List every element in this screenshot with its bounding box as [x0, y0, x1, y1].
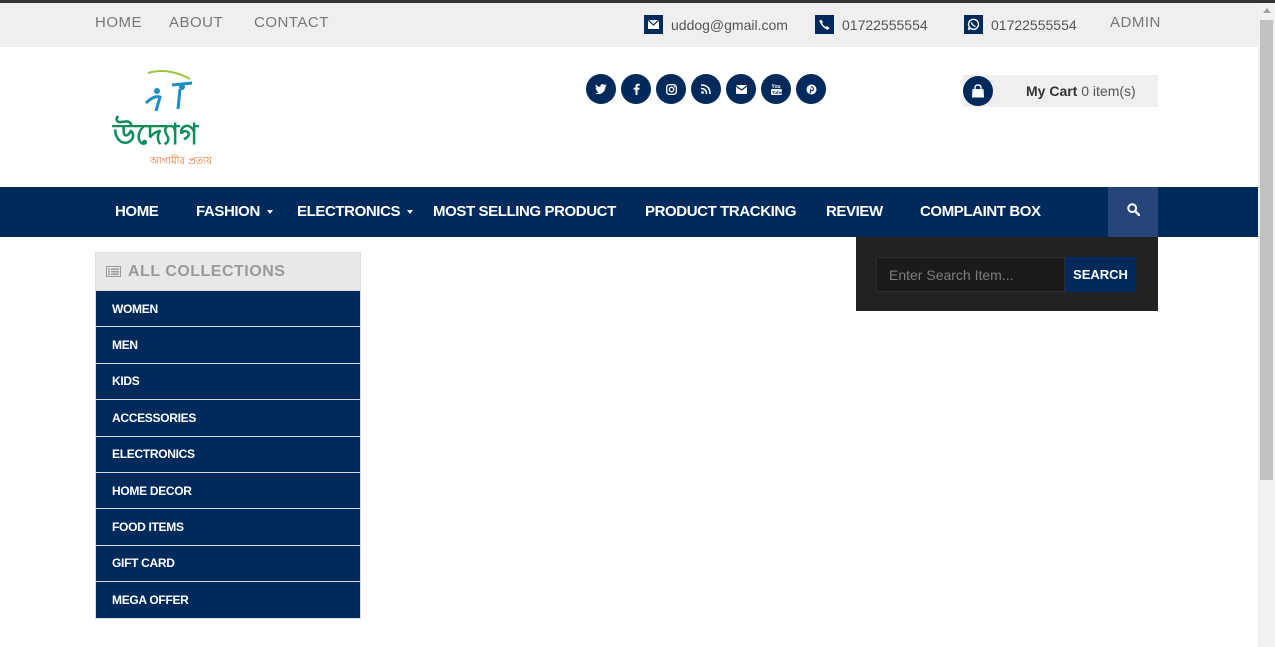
- facebook-icon[interactable]: [621, 74, 651, 104]
- phone-text: 01722555554: [842, 16, 928, 33]
- instagram-icon[interactable]: [656, 74, 686, 104]
- nav-electronics-label: ELECTRONICS: [297, 203, 401, 220]
- caret-down-icon: [266, 210, 273, 215]
- twitter-icon[interactable]: [586, 74, 616, 104]
- envelope-icon: [644, 15, 663, 34]
- collection-accessories[interactable]: ACCESSORIES: [95, 400, 361, 437]
- email-text: uddog@gmail.com: [671, 16, 788, 33]
- top-bar: HOME ABOUT CONTACT uddog@gmail.com 01722…: [0, 3, 1258, 47]
- nav-product-tracking[interactable]: PRODUCT TRACKING: [645, 203, 796, 220]
- collections-sidebar: ALL COLLECTIONS WOMEN MEN KIDS ACCESSORI…: [95, 252, 361, 619]
- caret-down-icon: [407, 210, 414, 215]
- svg-text:Tube: Tube: [772, 90, 782, 95]
- cart-label: My Cart: [1026, 83, 1078, 99]
- collection-kids[interactable]: KIDS: [95, 363, 361, 401]
- whatsapp-text: 01722555554: [991, 16, 1077, 33]
- top-link-about[interactable]: ABOUT: [169, 14, 223, 31]
- social-links: You Tube: [586, 74, 826, 104]
- envelope-icon[interactable]: [726, 74, 756, 104]
- contact-whatsapp[interactable]: 01722555554: [964, 15, 1077, 34]
- nav-most-selling-product[interactable]: MOST SELLING PRODUCT: [433, 203, 616, 220]
- logo-text: উদ্যোগ: [112, 115, 199, 151]
- collections-title: ALL COLLECTIONS: [128, 262, 286, 280]
- search-icon: [1126, 203, 1140, 221]
- nav-complaint-box[interactable]: COMPLAINT BOX: [920, 203, 1041, 220]
- nav-review[interactable]: REVIEW: [826, 203, 883, 220]
- shopping-bag-icon: [963, 76, 993, 106]
- collection-food-items[interactable]: FOOD ITEMS: [95, 509, 361, 546]
- collection-home-decor[interactable]: HOME DECOR: [95, 472, 361, 510]
- search-input[interactable]: [876, 257, 1065, 292]
- nav-search-toggle[interactable]: [1108, 187, 1158, 237]
- search-button[interactable]: SEARCH: [1065, 257, 1136, 292]
- cart-summary: My Cart 0 item(s): [1026, 83, 1136, 99]
- cart-widget[interactable]: My Cart 0 item(s): [963, 75, 1158, 107]
- whatsapp-icon: [964, 15, 983, 34]
- nav-electronics[interactable]: ELECTRONICS: [297, 203, 414, 220]
- nav-fashion-label: FASHION: [196, 203, 260, 220]
- phone-icon: [815, 15, 834, 34]
- top-link-contact[interactable]: CONTACT: [254, 14, 329, 31]
- site-logo[interactable]: উদ্যোগ আগামীর প্রত্যয়: [108, 67, 238, 171]
- youtube-icon[interactable]: You Tube: [761, 74, 791, 104]
- collections-header: ALL COLLECTIONS: [95, 252, 361, 291]
- nav-home[interactable]: HOME: [115, 203, 159, 220]
- pinterest-icon[interactable]: [796, 74, 826, 104]
- vertical-scrollbar[interactable]: [1258, 3, 1275, 647]
- list-icon: [106, 266, 121, 277]
- collection-gift-card[interactable]: GIFT CARD: [95, 545, 361, 583]
- header: উদ্যোগ আগামীর প্রত্যয় You Tube My Cart …: [0, 47, 1258, 187]
- cart-count: 0 item(s): [1081, 83, 1136, 99]
- collection-electronics[interactable]: ELECTRONICS: [95, 436, 361, 473]
- main-nav: HOME FASHION ELECTRONICS MOST SELLING PR…: [0, 187, 1258, 237]
- admin-link[interactable]: ADMIN: [1110, 14, 1161, 31]
- top-link-home[interactable]: HOME: [95, 14, 142, 31]
- collection-men[interactable]: MEN: [95, 327, 361, 364]
- contact-email[interactable]: uddog@gmail.com: [644, 15, 788, 34]
- collection-women[interactable]: WOMEN: [95, 291, 361, 328]
- contact-phone[interactable]: 01722555554: [815, 15, 928, 34]
- search-dropdown: SEARCH: [856, 237, 1158, 311]
- nav-fashion[interactable]: FASHION: [196, 203, 273, 220]
- scrollbar-thumb[interactable]: [1260, 20, 1273, 480]
- scroll-up-icon[interactable]: [1263, 8, 1271, 13]
- collection-mega-offer[interactable]: MEGA OFFER: [95, 582, 361, 619]
- rss-icon[interactable]: [691, 74, 721, 104]
- logo-tagline: আগামীর প্রত্যয়: [149, 154, 213, 167]
